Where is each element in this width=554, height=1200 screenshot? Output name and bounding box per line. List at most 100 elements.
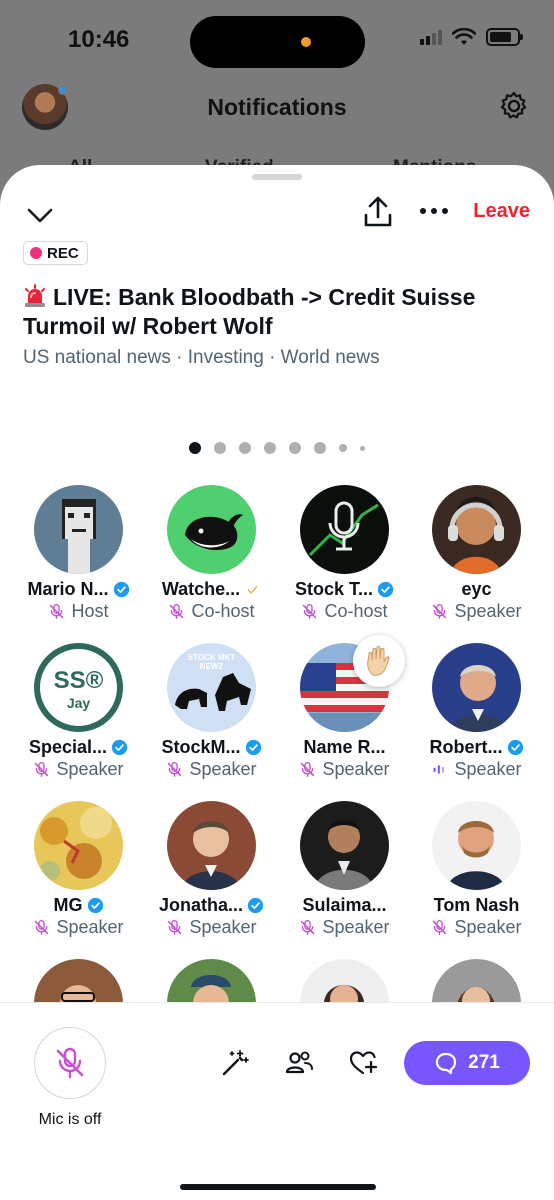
participant-card[interactable]: Sulaima... Speaker [278,801,411,951]
status-bar: 10:46 [0,0,554,80]
comments-button[interactable]: 271 [404,1041,530,1085]
gear-icon[interactable] [498,90,530,122]
space-title-text: LIVE: Bank Bloodbath -> Credit Suisse Tu… [23,284,476,339]
battery-icon [486,28,523,46]
page-dot[interactable] [214,442,226,454]
cellular-signal-icon [420,29,442,45]
verified-badge-icon [247,897,264,914]
dynamic-island [190,16,365,68]
participant-name: Sulaima... [302,895,387,915]
verified-badge-icon [247,585,258,594]
mic-muted-icon [433,920,447,935]
home-indicator[interactable] [180,1184,376,1190]
leave-button[interactable]: Leave [473,200,530,223]
mic-muted-icon [168,762,182,777]
sheet-toolbar: Leave [0,195,554,235]
space-sheet: Leave REC LIVE: Bank Bloodbath -> Credit… [0,165,554,1200]
page-dot[interactable] [339,444,347,452]
page-indicator [0,441,554,455]
participant-role: Speaker [12,759,145,780]
participant-card[interactable]: Stock T... Co-host [278,485,411,635]
mic-muted-icon [35,920,49,935]
mic-muted-icon [168,920,182,935]
participant-role: Host [12,601,145,622]
share-icon[interactable] [362,195,394,229]
page-title: Notifications [207,94,347,120]
participant-name: Robert... [410,737,543,758]
status-icons [420,28,523,46]
participant-role: Speaker [410,917,543,938]
mic-muted-icon [35,762,49,777]
page-dot[interactable] [239,442,251,454]
participant-name: Special... [12,737,145,758]
avatar [300,801,389,890]
heart-plus-icon[interactable] [348,1048,378,1078]
avatar [432,485,521,574]
verified-badge-icon [245,739,261,756]
participant-role: Speaker [145,759,278,780]
avatar: STOCK MKT NEWZ [167,643,256,732]
participant-name: MG [12,895,145,916]
mic-toggle-button[interactable] [34,1027,106,1099]
participant-role: Speaker [278,917,411,938]
participant-role: Speaker [145,917,278,938]
participant-name: eyc [461,579,492,599]
people-icon[interactable] [284,1048,314,1078]
sheet-grabber[interactable] [252,174,302,180]
recording-dot-icon [30,247,42,259]
verified-badge-icon [111,739,128,756]
participant-card[interactable]: eyc Speaker [410,485,543,635]
status-time: 10:46 [68,26,130,53]
verified-badge-icon [87,897,103,914]
participant-name: Name R... [303,737,386,757]
participant-name: StockM... [145,737,278,758]
participant-card[interactable]: MG Speaker [12,801,145,951]
mic-muted-icon [301,920,315,935]
mic-muted-icon [170,604,184,619]
mic-muted-icon [303,604,317,619]
recording-label: REC [47,244,79,262]
participant-card[interactable]: Tom Nash Speaker [410,801,543,951]
comment-icon [436,1052,457,1075]
speaking-icon [434,765,445,774]
mic-muted-icon [433,604,447,619]
participant-role: Speaker [410,759,543,780]
page-dot[interactable] [360,445,365,451]
chevron-down-icon[interactable] [24,199,56,231]
participant-name: Tom Nash [433,895,520,915]
avatar [167,485,256,574]
participant-card[interactable]: STOCK MKT NEWZ StockM... Speaker [145,643,278,793]
space-topics: US national news · Investing · World new… [23,347,380,368]
participant-card[interactable]: Robert... Speaker [410,643,543,793]
participant-card[interactable]: SS® Jay Special... Speaker [12,643,145,793]
page-dot[interactable] [264,442,276,454]
verified-badge-icon [507,739,523,756]
participant-card[interactable]: Mario N... Host [12,485,145,635]
avatar [300,485,389,574]
space-controls: Mic is off 271 [0,1003,554,1200]
avatar [34,485,123,574]
avatar [167,801,256,890]
avatar [432,643,521,732]
raised-hand-icon [353,635,405,687]
participant-name: Stock T... [278,579,411,600]
participant-card[interactable]: Jonatha... Speaker [145,801,278,951]
page-dot[interactable] [314,442,326,454]
participant-name: Watche... [145,579,278,600]
comment-count: 271 [468,1052,500,1073]
recording-badge: REC [23,241,88,265]
privacy-indicator [301,37,311,47]
wifi-icon [452,28,476,45]
magic-wand-icon[interactable] [220,1048,250,1078]
page-dot[interactable] [289,442,301,454]
avatar [34,801,123,890]
participant-card[interactable]: Name R... Speaker [278,635,411,793]
participant-role: Speaker [278,759,411,780]
participant-role: Co-host [145,601,278,622]
participant-role: Speaker [410,601,543,622]
participant-card[interactable]: Watche... Co-host [145,485,278,635]
siren-emoji-icon [25,284,45,307]
page-dot[interactable] [189,442,201,454]
mic-status-label: Mic is off [38,1111,102,1128]
more-icon[interactable] [418,201,450,221]
